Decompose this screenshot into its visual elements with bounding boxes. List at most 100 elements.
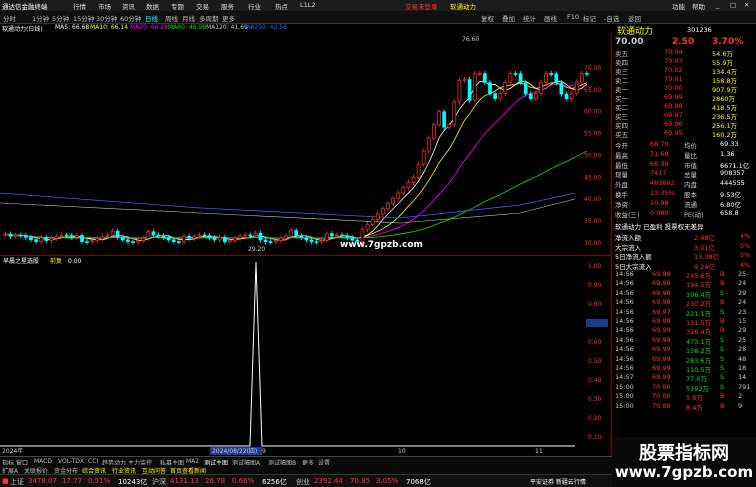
tab-more[interactable]: 更多: [222, 13, 235, 23]
ask-price: 70.04: [664, 48, 683, 56]
tool-watchlist[interactable]: -自选: [604, 13, 619, 23]
tick-price: 69.99: [652, 373, 671, 382]
tick-time: 14:56: [615, 354, 634, 363]
tab-monthly[interactable]: 月线: [182, 13, 195, 23]
tab-weekly[interactable]: 周线: [165, 13, 178, 23]
tick-time: 14:56: [615, 288, 634, 297]
tick-time: 14:56: [615, 326, 634, 335]
candle-body: [39, 237, 44, 242]
menu-hot[interactable]: 热点: [275, 1, 288, 11]
tick-side: B: [720, 401, 725, 410]
candle-body: [314, 241, 319, 244]
kline-chart[interactable]: 76.60 29.20 www.7gpzb.com 70.00 65.00 60.0…: [0, 33, 612, 256]
tab-1min[interactable]: 1分钟: [32, 13, 49, 23]
candle-body: [268, 241, 273, 244]
candle-body: [528, 93, 533, 99]
menu-data[interactable]: 数据: [146, 1, 159, 11]
sub-svg: 早晨之星选股 前复 0.00 1.000.900.800.710.600.500…: [0, 257, 608, 455]
menu-service[interactable]: 服务: [221, 1, 234, 11]
menu-trade[interactable]: 交易: [196, 1, 209, 11]
tab-30min[interactable]: 30分钟: [96, 13, 117, 23]
tab-daily[interactable]: 日线: [145, 13, 158, 23]
stat-value: 444555: [720, 179, 745, 188]
candle-body: [370, 218, 375, 225]
x-axis-label: 10: [398, 448, 406, 455]
menu-quotes[interactable]: 行情: [73, 1, 86, 11]
menu-industry[interactable]: 行业: [248, 1, 261, 11]
minimize-icon[interactable]: _: [716, 1, 719, 9]
indicator-tab[interactable]: MA2: [186, 458, 199, 465]
indicator-tab[interactable]: CCI: [88, 458, 98, 465]
tab-15min[interactable]: 15分钟: [73, 13, 94, 23]
candle-body: [457, 80, 462, 103]
stat-value: 908357: [720, 169, 745, 178]
indicator-tab[interactable]: MACD: [34, 458, 52, 465]
candle-body: [18, 234, 23, 237]
tick-price: 69.98: [652, 288, 671, 297]
sz-label[interactable]: 沪深: [152, 477, 166, 487]
candle-body: [289, 230, 293, 237]
sub-axis-tick: 0.80: [588, 301, 602, 308]
menu-market[interactable]: 市场: [98, 1, 111, 11]
price-axis-tick: 30.00: [584, 240, 601, 247]
tool-stats[interactable]: 统计: [523, 13, 536, 23]
tick-side: S: [720, 373, 725, 382]
menu-function[interactable]: 功能: [672, 1, 685, 11]
sz-pct: 0.66%: [232, 477, 255, 485]
login-notice[interactable]: 交易未登录: [405, 1, 438, 11]
candle-body: [253, 232, 258, 236]
tool-f10[interactable]: F10: [567, 13, 579, 21]
maximize-icon[interactable]: □: [730, 1, 736, 9]
tab-60min[interactable]: 60分钟: [120, 13, 141, 23]
tool-overlay[interactable]: 叠加: [502, 13, 515, 23]
tick-side: B: [720, 279, 725, 288]
tool-draw[interactable]: 画线: [544, 13, 557, 23]
menu-help[interactable]: 帮助: [692, 1, 705, 11]
candle-body: [386, 203, 390, 210]
candle-body: [309, 239, 314, 243]
sub-axis-tick: 0.60: [588, 339, 602, 346]
menu-news[interactable]: 资讯: [122, 1, 135, 11]
candle-body: [13, 234, 18, 237]
menu-l1l2[interactable]: L1L2: [300, 1, 316, 9]
sh-label[interactable]: 上证: [10, 477, 24, 487]
x-axis-label: 2024/08/22(四): [212, 448, 257, 455]
flow-value: 9.24亿: [694, 262, 715, 271]
menu-topics[interactable]: 专题: [171, 1, 184, 11]
sub-value: 0.00: [68, 258, 82, 265]
candle-body: [44, 237, 49, 242]
candle-body: [549, 73, 554, 75]
price-axis-tick: 35.00: [584, 218, 601, 225]
tick-count: 24: [738, 279, 747, 288]
candle-body: [69, 235, 74, 238]
cy-label[interactable]: 创业: [296, 477, 310, 487]
tab-5min[interactable]: 5分钟: [52, 13, 69, 23]
tool-mark[interactable]: 标记: [583, 13, 596, 23]
tool-back[interactable]: 返回: [628, 13, 641, 23]
candle-body: [462, 79, 467, 81]
cy-index: 2392.44: [314, 477, 343, 485]
stat-value: 69.33: [720, 140, 739, 148]
tick-count: 18: [738, 364, 747, 372]
tab-intraday[interactable]: 分时: [3, 13, 16, 23]
bid-volume: 160.2万: [712, 131, 738, 139]
candle-body: [452, 101, 457, 125]
indicator-tab[interactable]: VOL-TDX: [58, 458, 84, 465]
tool-adjust[interactable]: 复权: [481, 13, 494, 23]
close-icon[interactable]: ✕: [744, 1, 749, 9]
candle-body: [554, 73, 559, 84]
watermark-title: 股票指标网: [639, 443, 729, 464]
flow-pct: 5%: [740, 241, 751, 250]
period-tabbar: 分时 1分钟 5分钟 15分钟 30分钟 60分钟 日线 周线 月线 多周期 更…: [0, 11, 756, 24]
stat-label: 收益(三): [615, 210, 640, 219]
stat-label: 均价: [684, 142, 697, 150]
candle-body: [126, 239, 130, 242]
subchart-xuangu[interactable]: 早晨之星选股 前复 0.00 1.000.900.800.710.600.500…: [0, 256, 612, 456]
tab-multi[interactable]: 多周期: [199, 13, 219, 23]
candle-body: [498, 93, 503, 99]
flow-pct: 5%: [740, 251, 751, 259]
bid-price: 69.98: [664, 102, 683, 110]
tick-time: 15:00: [615, 382, 634, 391]
tick-price: 69.99: [652, 326, 671, 335]
candle-body: [304, 237, 309, 241]
